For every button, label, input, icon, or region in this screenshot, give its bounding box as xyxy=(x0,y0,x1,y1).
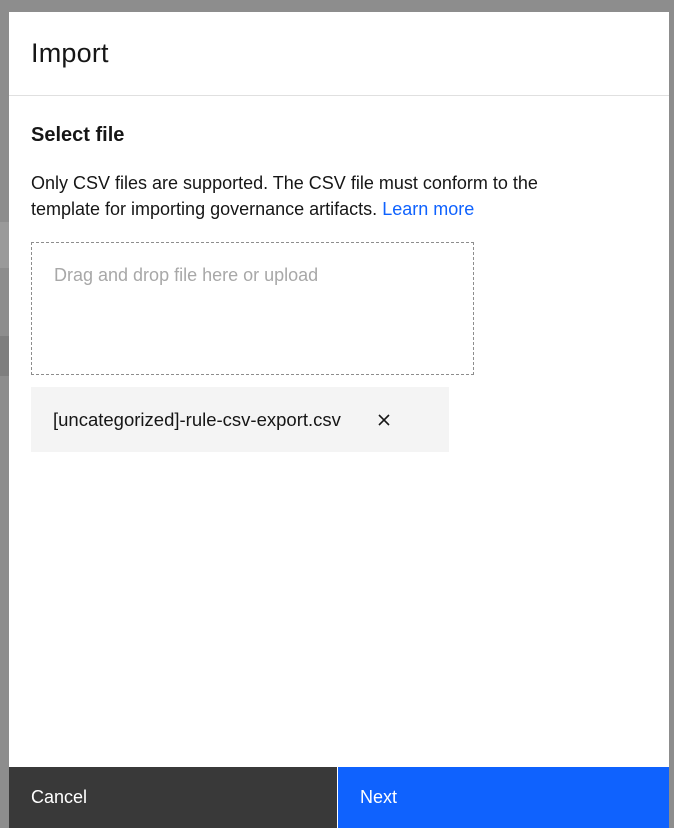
cancel-button[interactable]: Cancel xyxy=(9,767,337,828)
modal-body: Select file Only CSV files are supported… xyxy=(9,96,669,452)
backdrop-band xyxy=(0,336,9,376)
next-button[interactable]: Next xyxy=(338,767,669,828)
dropzone-text: Drag and drop file here or upload xyxy=(54,265,319,285)
modal-title: Import xyxy=(31,38,109,68)
backdrop-band xyxy=(0,222,9,268)
remove-file-button[interactable] xyxy=(373,409,395,431)
close-icon xyxy=(378,413,390,426)
learn-more-link[interactable]: Learn more xyxy=(382,199,474,219)
file-dropzone[interactable]: Drag and drop file here or upload xyxy=(31,242,474,375)
modal-footer: Cancel Next xyxy=(9,767,669,828)
uploaded-file-item: [uncategorized]-rule-csv-export.csv xyxy=(31,387,449,452)
description: Only CSV files are supported. The CSV fi… xyxy=(31,170,611,222)
file-name: [uncategorized]-rule-csv-export.csv xyxy=(53,408,341,430)
import-modal: Import Select file Only CSV files are su… xyxy=(9,12,669,828)
section-title: Select file xyxy=(31,124,125,146)
modal-header: Import xyxy=(9,12,669,96)
